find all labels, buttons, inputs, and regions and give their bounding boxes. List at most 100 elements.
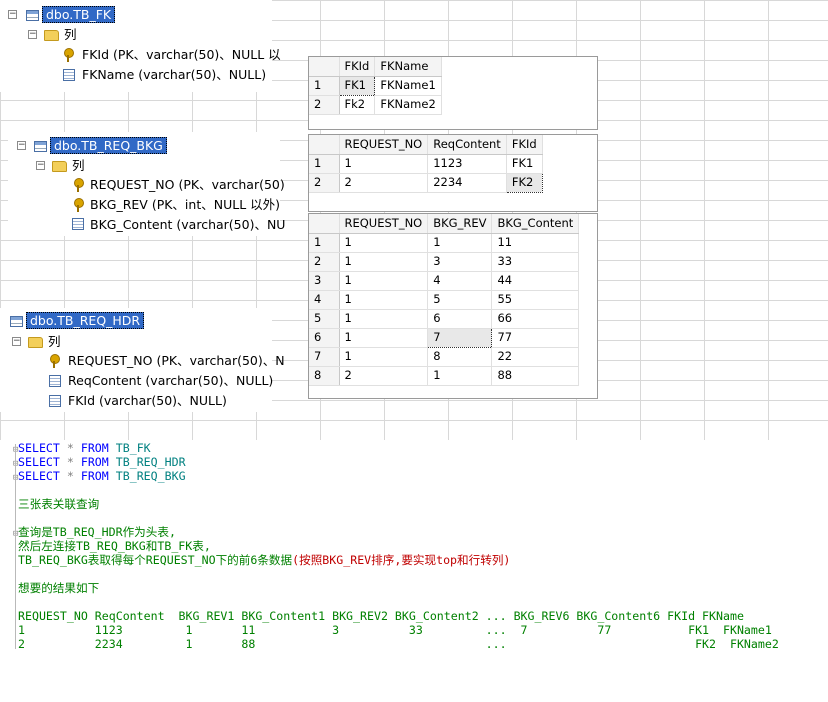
grid-cell[interactable]: 2234	[427, 173, 507, 193]
key-icon	[74, 178, 84, 192]
column-node[interactable]: FKName (varchar(50)、NULL)	[82, 66, 266, 84]
grid-cell[interactable]: 1	[339, 290, 429, 310]
row-number[interactable]: 7	[309, 347, 340, 367]
row-number[interactable]: 8	[309, 366, 340, 386]
table-icon	[10, 316, 23, 327]
table-icon	[26, 10, 39, 21]
grid-cell[interactable]: 2	[339, 173, 429, 193]
table-row[interactable]: 1 1 1 11	[309, 233, 580, 253]
row-number[interactable]: 2	[309, 95, 340, 115]
column-header[interactable]: ReqContent	[427, 135, 507, 155]
grid-cell[interactable]: 2	[339, 366, 429, 386]
columns-folder[interactable]: 列	[72, 157, 85, 175]
column-header[interactable]: BKG_Content	[491, 214, 580, 234]
column-node[interactable]: BKG_Content (varchar(50)、NU	[90, 216, 285, 234]
grid-cell[interactable]: 8	[427, 347, 493, 367]
column-node[interactable]: BKG_REV (PK、int、NULL 以外)	[90, 196, 280, 214]
grid-cell[interactable]: 3	[427, 252, 493, 272]
grid-cell[interactable]: FK2	[505, 172, 543, 193]
grid-cell[interactable]: 1	[339, 252, 429, 272]
column-header[interactable]: FKId	[506, 135, 543, 155]
grid-cell[interactable]: 55	[491, 290, 580, 310]
row-number[interactable]: 6	[309, 328, 340, 348]
column-header[interactable]: FKName	[374, 57, 442, 77]
column-node[interactable]: ReqContent (varchar(50)、NULL)	[68, 372, 273, 390]
grid-cell[interactable]: FKName1	[374, 76, 442, 96]
table-row[interactable]: 6 1 7 77	[309, 327, 580, 348]
collapse-toggle[interactable]: −	[17, 141, 26, 150]
columns-folder[interactable]: 列	[48, 333, 61, 351]
column-node[interactable]: REQUEST_NO (PK、varchar(50)	[90, 176, 285, 194]
row-number[interactable]: 1	[309, 233, 340, 253]
grid-cell[interactable]: 33	[491, 252, 580, 272]
collapse-toggle[interactable]: −	[8, 10, 17, 19]
sql-comment: 然后左连接TB_REQ_BKG和TB_FK表,	[18, 539, 211, 553]
grid-cell[interactable]: 6	[427, 309, 493, 329]
row-number[interactable]: 1	[309, 154, 340, 174]
grid-cell[interactable]: 7	[427, 327, 493, 348]
column-node[interactable]: FKId (varchar(50)、NULL)	[68, 392, 227, 410]
row-number[interactable]: 2	[309, 252, 340, 272]
table-row[interactable]: 3 1 4 44	[309, 271, 580, 291]
grid-cell[interactable]: FK1	[506, 154, 543, 174]
grid-cell[interactable]: FKName2	[374, 95, 442, 115]
table-row[interactable]: 8 2 1 88	[309, 366, 580, 386]
table-row[interactable]: 2 Fk2 FKName2	[309, 95, 442, 115]
result-row-line: 1 1123 1 11 3 33 ... 7 77 FK1 FKName1	[18, 623, 772, 637]
table-node-tb-req-bkg[interactable]: dbo.TB_REQ_BKG	[50, 137, 167, 154]
columns-folder[interactable]: 列	[64, 26, 77, 44]
column-header[interactable]: REQUEST_NO	[339, 135, 429, 155]
grid-cell[interactable]: 1	[427, 233, 493, 253]
grid-cell[interactable]: 22	[491, 347, 580, 367]
grid-cell[interactable]: 1	[339, 271, 429, 291]
grid-cell[interactable]: 4	[427, 271, 493, 291]
grid-cell[interactable]: 1	[339, 154, 429, 174]
grid-cell[interactable]: 11	[491, 233, 580, 253]
folder-icon	[28, 337, 43, 348]
grid-cell[interactable]: 1	[339, 347, 429, 367]
grid-cell[interactable]: FK1	[338, 75, 376, 96]
grid-cell[interactable]: 5	[427, 290, 493, 310]
column-node[interactable]: REQUEST_NO (PK、varchar(50)、N	[68, 352, 285, 370]
row-number[interactable]: 2	[309, 173, 340, 193]
grid-cell[interactable]: 66	[491, 309, 580, 329]
table-row[interactable]: 7 1 8 22	[309, 347, 580, 367]
column-node[interactable]: FKId (PK、varchar(50)、NULL 以	[82, 46, 281, 64]
row-number[interactable]: 1	[309, 76, 340, 96]
key-icon	[74, 198, 84, 212]
row-number[interactable]: 3	[309, 271, 340, 291]
collapse-toggle[interactable]: −	[36, 161, 45, 170]
object-tree-tb-fk: − dbo.TB_FK − 列 FKId (PK、varchar(50)、NUL…	[0, 0, 281, 92]
grid-cell[interactable]: Fk2	[339, 95, 376, 115]
column-header[interactable]: REQUEST_NO	[339, 214, 429, 234]
table-node-tb-req-hdr[interactable]: dbo.TB_REQ_HDR	[26, 312, 145, 329]
grid-cell[interactable]: 1	[339, 309, 429, 329]
sql-editor[interactable]: ⊟ SELECT * FROM TB_FK ⊟ SELECT * FROM TB…	[0, 440, 828, 702]
column-header[interactable]: FKId	[339, 57, 376, 77]
grid-cell[interactable]: 1	[339, 233, 429, 253]
column-icon	[63, 69, 75, 81]
column-icon	[72, 218, 84, 230]
row-number[interactable]: 4	[309, 290, 340, 310]
grid-cell[interactable]: 44	[491, 271, 580, 291]
collapse-toggle[interactable]: −	[28, 30, 37, 39]
grid-cell[interactable]: 1123	[427, 154, 507, 174]
column-header[interactable]: BKG_REV	[427, 214, 493, 234]
table-node-tb-fk[interactable]: dbo.TB_FK	[42, 6, 116, 23]
table-row[interactable]: 1 FK1 FKName1	[309, 75, 442, 96]
table-row[interactable]: 5 1 6 66	[309, 309, 580, 329]
grid-cell[interactable]: 1	[339, 328, 429, 348]
grid-cell[interactable]: 88	[491, 366, 580, 386]
grid-cell[interactable]: 77	[491, 328, 580, 348]
table-row[interactable]: 2 1 3 33	[309, 252, 580, 272]
result-grid-tb-req-hdr: REQUEST_NO ReqContent FKId 1 1 1123 FK1 …	[308, 134, 598, 212]
column-icon	[49, 375, 61, 387]
row-number[interactable]: 5	[309, 309, 340, 329]
table-row[interactable]: 1 1 1123 FK1	[309, 154, 543, 174]
sql-comment: TB_REQ_BKG表取得每个REQUEST_NO下的前6条数据(按照BKG_R…	[18, 553, 511, 567]
table-row[interactable]: 2 2 2234 FK2	[309, 172, 543, 193]
table-row[interactable]: 4 1 5 55	[309, 290, 580, 310]
collapse-toggle[interactable]: −	[12, 337, 21, 346]
grid-cell[interactable]: 1	[427, 366, 493, 386]
folder-icon	[44, 30, 59, 41]
